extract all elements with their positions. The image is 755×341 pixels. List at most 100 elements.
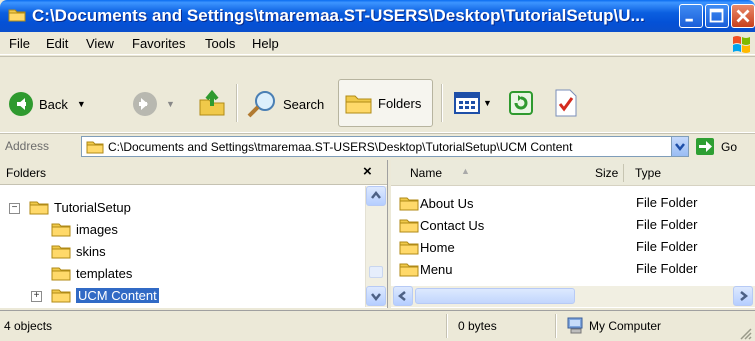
column-header-name[interactable]: Name: [410, 166, 442, 180]
forward-arrow-icon: [133, 92, 157, 116]
menu-view[interactable]: View: [86, 36, 114, 51]
file-name: Menu: [420, 261, 453, 277]
folders-icon: [345, 95, 372, 114]
scroll-left-button[interactable]: [393, 286, 413, 306]
file-list-horizontal-scrollbar[interactable]: [391, 286, 755, 307]
go-arrow-icon: [699, 141, 712, 152]
go-button[interactable]: [696, 138, 714, 155]
forward-dropdown-icon[interactable]: ▼: [166, 99, 175, 109]
scroll-up-button[interactable]: [366, 186, 386, 206]
up-folder-icon[interactable]: [197, 88, 227, 118]
column-divider[interactable]: [623, 164, 624, 182]
file-row-about-us[interactable]: About Us: [399, 193, 473, 213]
folder-icon: [86, 141, 104, 154]
window-title: C:\Documents and Settings\tmaremaa.ST-US…: [32, 6, 645, 25]
tree-expand-toggle[interactable]: +: [31, 291, 42, 302]
address-bar: Address C:\Documents and Settings\tmarem…: [0, 133, 755, 158]
column-header-type[interactable]: Type: [635, 166, 661, 180]
refresh-icon[interactable]: [509, 91, 533, 115]
checklist-icon[interactable]: [554, 89, 578, 117]
tree-item-label: TutorialSetup: [54, 199, 131, 215]
chevron-up-icon: [371, 190, 381, 199]
file-type: File Folder: [636, 195, 698, 210]
tree-item-label: templates: [76, 265, 133, 281]
file-type: File Folder: [636, 217, 698, 232]
address-dropdown-button[interactable]: [671, 137, 688, 156]
tree-item-tutorialsetup[interactable]: TutorialSetup: [29, 196, 131, 218]
folder-icon: [29, 201, 49, 215]
folders-pane-close-button[interactable]: ×: [363, 163, 372, 180]
chevron-down-icon: [675, 143, 685, 152]
folders-pane-title: Folders: [6, 166, 47, 180]
close-button[interactable]: [731, 4, 755, 28]
tree-item-label: skins: [76, 243, 106, 259]
folder-icon: [51, 267, 71, 281]
close-icon: [736, 9, 750, 23]
scroll-down-button[interactable]: [366, 286, 386, 306]
resize-grip-icon[interactable]: [737, 325, 753, 341]
address-label: Address: [5, 139, 50, 153]
status-separator: [446, 314, 447, 338]
folders-button-content[interactable]: Folders: [344, 90, 421, 116]
file-name: Contact Us: [420, 217, 485, 233]
search-icon: [247, 91, 275, 118]
back-arrow-icon: [9, 92, 33, 116]
back-button[interactable]: Back ▼: [8, 91, 86, 117]
status-object-count: 4 objects: [4, 319, 53, 333]
folders-vertical-scrollbar[interactable]: [365, 186, 387, 307]
menu-edit[interactable]: Edit: [46, 36, 68, 51]
folder-icon: [8, 9, 26, 22]
file-type: File Folder: [636, 239, 698, 254]
search-button[interactable]: Search: [245, 89, 324, 119]
back-dropdown-icon[interactable]: ▼: [77, 99, 86, 109]
file-row-contact-us[interactable]: Contact Us: [399, 215, 484, 235]
folder-icon: [399, 197, 419, 211]
go-label[interactable]: Go: [721, 140, 737, 154]
maximize-icon: [709, 8, 724, 23]
tree-item-ucm-content[interactable]: UCM Content: [51, 284, 159, 306]
file-list-pane: Name ▲ Size Type About Us File Folder Co…: [391, 160, 755, 308]
tree-item-images[interactable]: images: [51, 218, 118, 240]
chevron-left-icon: [397, 291, 406, 301]
folder-icon: [51, 223, 71, 237]
maximize-button[interactable]: [705, 4, 729, 28]
menu-tools[interactable]: Tools: [205, 36, 235, 51]
tree-collapse-toggle[interactable]: −: [9, 203, 20, 214]
tree-item-label-selected: UCM Content: [76, 287, 159, 303]
folders-pane-header: Folders ×: [0, 160, 387, 185]
folders-pane: Folders × − TutorialSetup images skins t…: [0, 160, 388, 308]
scroll-right-button[interactable]: [733, 286, 753, 306]
file-row-menu[interactable]: Menu: [399, 259, 453, 279]
folder-icon: [399, 219, 419, 233]
address-input[interactable]: C:\Documents and Settings\tmaremaa.ST-US…: [81, 136, 689, 157]
menu-file[interactable]: File: [9, 36, 30, 51]
toolbar-separator: [236, 84, 237, 122]
file-row-home[interactable]: Home: [399, 237, 455, 257]
views-dropdown-icon[interactable]: ▼: [483, 98, 492, 108]
views-button[interactable]: ▼: [454, 91, 492, 115]
minimize-button[interactable]: [679, 4, 703, 28]
title-bar[interactable]: C:\Documents and Settings\tmaremaa.ST-US…: [0, 0, 755, 32]
file-name: About Us: [420, 195, 474, 211]
column-header-size[interactable]: Size: [595, 166, 618, 180]
minimize-icon: [685, 18, 693, 22]
tree-item-templates[interactable]: templates: [51, 262, 132, 284]
folder-icon: [399, 241, 419, 255]
sort-ascending-icon: ▲: [461, 166, 470, 176]
menu-help[interactable]: Help: [252, 36, 279, 51]
scroll-thumb[interactable]: [369, 266, 383, 278]
folder-icon: [51, 289, 71, 303]
folder-icon: [51, 245, 71, 259]
menu-favorites[interactable]: Favorites: [132, 36, 185, 51]
windows-logo-icon: [733, 36, 750, 53]
column-header-row: Name ▲ Size Type: [391, 160, 755, 186]
tree-item-label: images: [76, 221, 118, 237]
status-separator: [555, 314, 556, 338]
scroll-thumb[interactable]: [415, 288, 575, 304]
views-icon: [454, 92, 480, 114]
file-name: Home: [420, 239, 455, 255]
my-computer-icon: [567, 317, 583, 334]
forward-button[interactable]: ▼: [132, 91, 175, 117]
explorer-window: C:\Documents and Settings\tmaremaa.ST-US…: [0, 0, 755, 341]
tree-item-skins[interactable]: skins: [51, 240, 106, 262]
